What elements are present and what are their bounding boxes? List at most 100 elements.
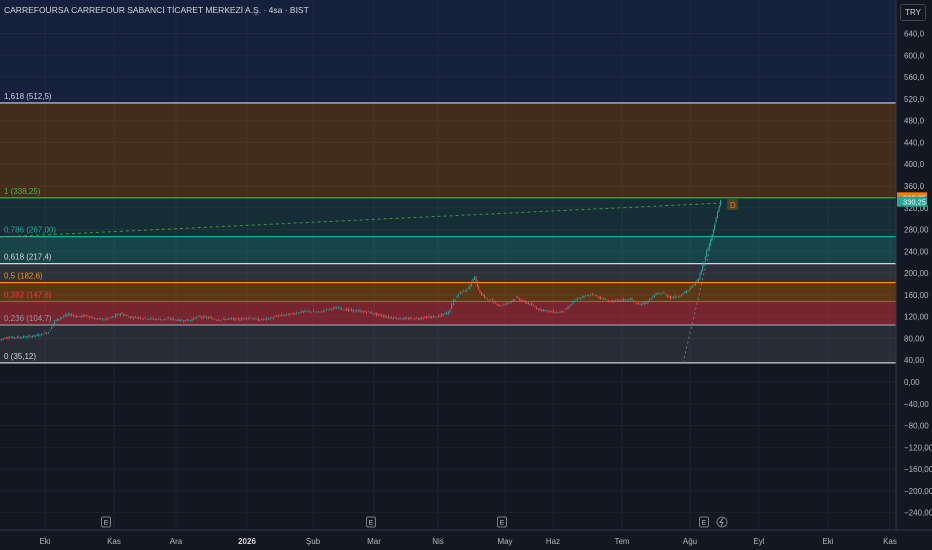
candle: [706, 250, 708, 258]
candle: [15, 337, 17, 339]
candle: [9, 337, 11, 339]
candle: [105, 318, 107, 320]
y-axis: 640,0 600,0 560,0 520,0 480,0 440,0 400,0 360,0…: [895, 0, 932, 530]
fib-label: 0,5 (182,6): [4, 272, 43, 281]
candle: [174, 319, 176, 321]
candle: [52, 323, 54, 327]
earnings-event-letter: E: [500, 520, 505, 527]
candle: [695, 281, 696, 286]
candle: [30, 336, 32, 338]
fib-label: 0,618 (217,4): [4, 253, 52, 262]
candle: [532, 304, 534, 306]
candle: [239, 319, 241, 321]
candle: [297, 312, 299, 314]
candle: [244, 318, 246, 320]
price-chart[interactable]: 1,618 (512,5) 1 (338,25) 0,786 (267,00) 0,6…: [0, 0, 932, 550]
candle: [687, 290, 689, 292]
candle: [71, 314, 73, 316]
candle: [284, 315, 286, 316]
candle: [396, 318, 398, 320]
candle: [541, 309, 543, 311]
candle: [276, 315, 278, 317]
candle: [529, 303, 531, 305]
candle: [41, 333, 43, 335]
candle: [657, 293, 659, 294]
candle: [575, 298, 577, 300]
currency-button[interactable]: TRY: [900, 4, 926, 21]
candle: [379, 314, 381, 315]
candle: [399, 317, 401, 319]
candle: [426, 316, 428, 319]
candle: [409, 317, 411, 320]
candle: [0, 339, 1, 341]
candle: [236, 318, 238, 319]
candle: [339, 308, 341, 310]
candle: [151, 317, 153, 319]
candle: [221, 319, 223, 321]
candle: [12, 336, 14, 339]
candle: [377, 313, 379, 316]
candle: [354, 310, 356, 312]
candle: [507, 302, 509, 304]
candle: [134, 316, 136, 318]
candle: [197, 315, 199, 317]
fib-zone: [0, 282, 896, 302]
y-tick-label: 240,00: [904, 247, 929, 256]
candle: [291, 313, 293, 314]
candle: [564, 309, 566, 311]
candle: [614, 299, 616, 301]
candle: [229, 318, 231, 319]
candle: [241, 318, 243, 320]
candle: [259, 320, 261, 321]
candle: [561, 310, 563, 312]
candle: [326, 308, 328, 310]
candle: [144, 317, 146, 319]
candle: [490, 299, 492, 300]
y-tick-label: 600,0: [904, 51, 925, 60]
candle: [493, 300, 495, 304]
candle: [637, 303, 639, 305]
candle: [708, 243, 710, 249]
candle: [369, 312, 371, 314]
x-axis: Eki Kas Ara 2026 Şub Mar Nis May Haz Tem Ağu Eyl Eki…: [0, 529, 932, 546]
candle: [577, 298, 579, 300]
candle: [336, 308, 338, 309]
candle: [24, 336, 26, 338]
candle: [456, 296, 458, 298]
candle: [682, 292, 684, 295]
candle: [207, 317, 209, 319]
candle: [647, 301, 649, 304]
candle: [598, 297, 600, 299]
y-tick-label: 280,00: [904, 226, 929, 235]
candle: [103, 319, 105, 321]
candle: [79, 315, 81, 317]
candle: [417, 318, 419, 320]
fib-zone: [0, 236, 896, 264]
candle: [511, 300, 513, 303]
candle: [437, 315, 439, 317]
candle: [554, 312, 556, 314]
candle: [74, 316, 76, 318]
candle: [711, 234, 713, 240]
candle: [246, 317, 248, 320]
candle: [90, 316, 92, 318]
x-tick-label: Eki: [39, 537, 50, 546]
candle: [163, 318, 165, 320]
x-tick-label: Eyl: [753, 537, 764, 546]
candle: [261, 318, 263, 320]
candle: [619, 299, 621, 301]
candle: [692, 286, 693, 288]
y-tick-label: 440,0: [904, 138, 925, 147]
candle: [676, 296, 678, 298]
candle: [421, 317, 423, 319]
pattern-point: D: [727, 199, 738, 210]
fib-zone: [0, 324, 896, 363]
x-tick-label: Ara: [170, 537, 183, 546]
candle: [98, 318, 100, 319]
candle: [327, 309, 329, 311]
candle: [171, 318, 173, 320]
candle: [136, 317, 138, 319]
candle: [419, 317, 421, 320]
candle: [467, 287, 469, 289]
candle: [536, 307, 538, 310]
